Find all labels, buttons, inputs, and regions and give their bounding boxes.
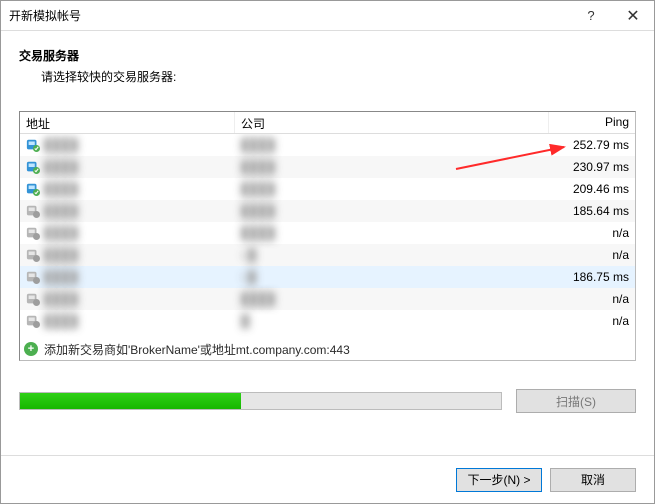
cell-address: ████ [20,226,235,240]
address-text: ████ [44,160,78,174]
close-button[interactable]: ✕ [612,1,654,30]
titlebar: 开新模拟帐号 ? ✕ [1,1,654,31]
progress-fill [20,393,241,409]
col-ping[interactable]: Ping [549,112,635,133]
main: 地址 公司 Ping ████ ████ 252.79 ms ████ ████ 230.… [1,93,654,455]
address-text: ████ [44,270,78,284]
company-text: ████ [241,292,275,306]
footer: 下一步(N) > 取消 [1,455,654,503]
server-offline-icon [26,226,40,240]
titlebar-buttons: ? ✕ [570,1,654,30]
col-address[interactable]: 地址 [20,112,235,133]
cell-ping: 252.79 ms [549,138,635,152]
server-offline-icon [26,270,40,284]
company-text: L█ [241,270,256,284]
address-text: ████ [44,204,78,218]
table-row[interactable]: ████ ████ n/a [20,288,635,310]
header-subtitle: 请选择较快的交易服务器: [19,68,636,85]
server-offline-icon [26,292,40,306]
progress-row: 扫描(S) [19,389,636,413]
company-text: ████ [241,226,275,240]
cell-address: ████ [20,160,235,174]
table-row[interactable]: ████ ████ 252.79 ms [20,134,635,156]
company-text: L█ [241,248,256,262]
cell-ping: 186.75 ms [549,270,635,284]
col-company[interactable]: 公司 [235,112,549,133]
cell-ping: n/a [549,314,635,328]
server-offline-icon [26,248,40,262]
cell-address: ████ [20,248,235,262]
cell-company: ████ [235,226,549,240]
cell-address: ████ [20,182,235,196]
cell-company: ████ [235,204,549,218]
server-offline-icon [26,204,40,218]
cell-company: ████ [235,138,549,152]
company-text: █ [241,314,250,328]
cell-address: ████ [20,270,235,284]
cell-ping: 230.97 ms [549,160,635,174]
address-text: ████ [44,314,78,328]
server-online-icon [26,160,40,174]
table-row[interactable]: ████ L█ 186.75 ms [20,266,635,288]
company-text: ████ [241,138,275,152]
cell-company: ████ [235,182,549,196]
address-text: ████ [44,138,78,152]
progress-bar [19,392,502,410]
cell-ping: n/a [549,226,635,240]
cell-ping: 209.46 ms [549,182,635,196]
help-button[interactable]: ? [570,1,612,30]
cell-company: █ [235,314,549,328]
window-title: 开新模拟帐号 [9,7,81,24]
address-text: ████ [44,292,78,306]
server-list: 地址 公司 Ping ████ ████ 252.79 ms ████ ████ 230.… [19,111,636,361]
server-online-icon [26,138,40,152]
add-broker-row[interactable]: + 添加新交易商如'BrokerName'或地址mt.company.com:4… [20,338,635,360]
cell-address: ████ [20,292,235,306]
table-row[interactable]: ████ ████ 230.97 ms [20,156,635,178]
cell-company: ████ [235,160,549,174]
column-headers: 地址 公司 Ping [20,112,635,134]
table-row[interactable]: ████ ████ 185.64 ms [20,200,635,222]
table-row[interactable]: ████ L█ n/a [20,244,635,266]
header: 交易服务器 请选择较快的交易服务器: [1,31,654,93]
cell-address: ████ [20,138,235,152]
plus-icon: + [24,342,38,356]
cell-company: ████ [235,292,549,306]
address-text: ████ [44,182,78,196]
table-row[interactable]: ████ ████ 209.46 ms [20,178,635,200]
cell-ping: n/a [549,248,635,262]
rows-container: ████████252.79 ms████████230.97 ms██████… [20,134,635,338]
header-title: 交易服务器 [19,47,636,64]
company-text: ████ [241,182,275,196]
dialog-window: 开新模拟帐号 ? ✕ 交易服务器 请选择较快的交易服务器: 地址 公司 Ping [0,0,655,504]
cell-address: ████ [20,204,235,218]
table-row[interactable]: █████n/a [20,310,635,332]
company-text: ████ [241,160,275,174]
cell-address: ████ [20,314,235,328]
scan-button[interactable]: 扫描(S) [516,389,636,413]
table-row[interactable]: ████ ████ n/a [20,222,635,244]
address-text: ████ [44,226,78,240]
company-text: ████ [241,204,275,218]
cell-company: L█ [235,248,549,262]
address-text: ████ [44,248,78,262]
cancel-button[interactable]: 取消 [550,468,636,492]
cell-ping: 185.64 ms [549,204,635,218]
next-button[interactable]: 下一步(N) > [456,468,542,492]
cell-ping: n/a [549,292,635,306]
cell-company: L█ [235,270,549,284]
add-broker-label: 添加新交易商如'BrokerName'或地址mt.company.com:443 [44,341,350,358]
server-offline-icon [26,314,40,328]
server-online-icon [26,182,40,196]
